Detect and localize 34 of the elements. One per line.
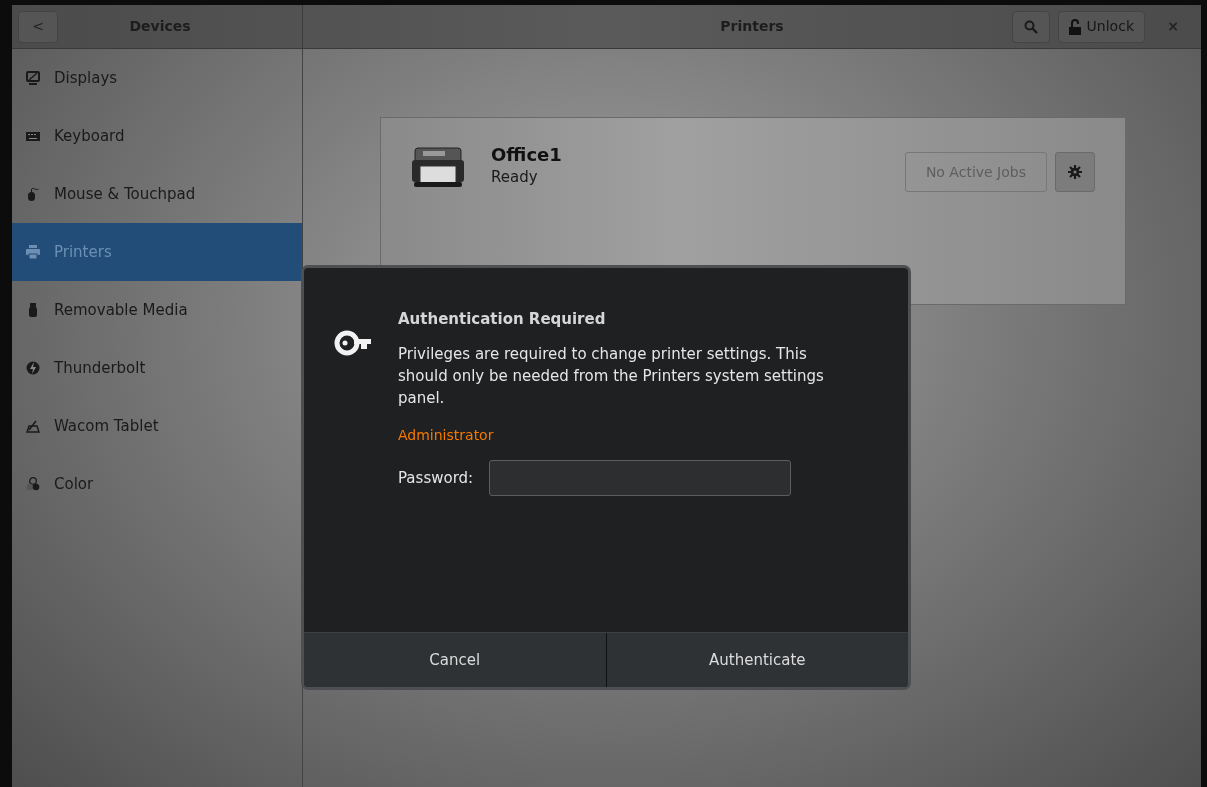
- sidebar-item[interactable]: Mouse & Touchpad: [12, 165, 302, 223]
- sidebar-item[interactable]: Printers: [12, 223, 302, 281]
- monitor-icon: [26, 71, 40, 85]
- sidebar-item[interactable]: Removable Media: [12, 281, 302, 339]
- sidebar-item[interactable]: Displays: [12, 49, 302, 107]
- printer-icon: [26, 245, 40, 259]
- key-icon: [334, 330, 372, 356]
- cancel-button[interactable]: Cancel: [304, 633, 606, 687]
- authenticate-button[interactable]: Authenticate: [605, 633, 908, 687]
- sidebar-item[interactable]: Wacom Tablet: [12, 397, 302, 455]
- settings-icon: [1068, 165, 1082, 179]
- lightning-icon: [26, 361, 40, 375]
- close-button[interactable]: ×: [1153, 10, 1193, 43]
- printer-name: Office1: [491, 144, 563, 166]
- settings-button[interactable]: [1055, 152, 1095, 192]
- tablet-pen-icon: [26, 419, 40, 433]
- circles-icon: [26, 477, 40, 491]
- unlock-button[interactable]: Unlock: [1057, 10, 1145, 43]
- dialog-message: Privileges are required to change printer settings. This should only be needed from the Printers system settings panel.: [398, 343, 825, 409]
- usb-stick-icon: [26, 303, 40, 317]
- search-button[interactable]: [1011, 10, 1050, 43]
- keyboard-icon: [26, 129, 40, 143]
- password-field[interactable]: [489, 459, 792, 496]
- padlock-icon: [1068, 18, 1081, 35]
- sidebar-item[interactable]: Color: [12, 455, 302, 513]
- search-icon: [1023, 19, 1038, 34]
- password-label: Password:: [398, 467, 474, 489]
- dialog-title: Authentication Required: [398, 309, 607, 330]
- printer-status: Ready: [491, 167, 539, 188]
- mouse-icon: [26, 187, 40, 201]
- sidebar-item[interactable]: Keyboard: [12, 107, 302, 165]
- back-button[interactable]: <: [18, 10, 58, 43]
- user-name: Administrator: [398, 425, 495, 445]
- window-title: Printers: [720, 17, 784, 36]
